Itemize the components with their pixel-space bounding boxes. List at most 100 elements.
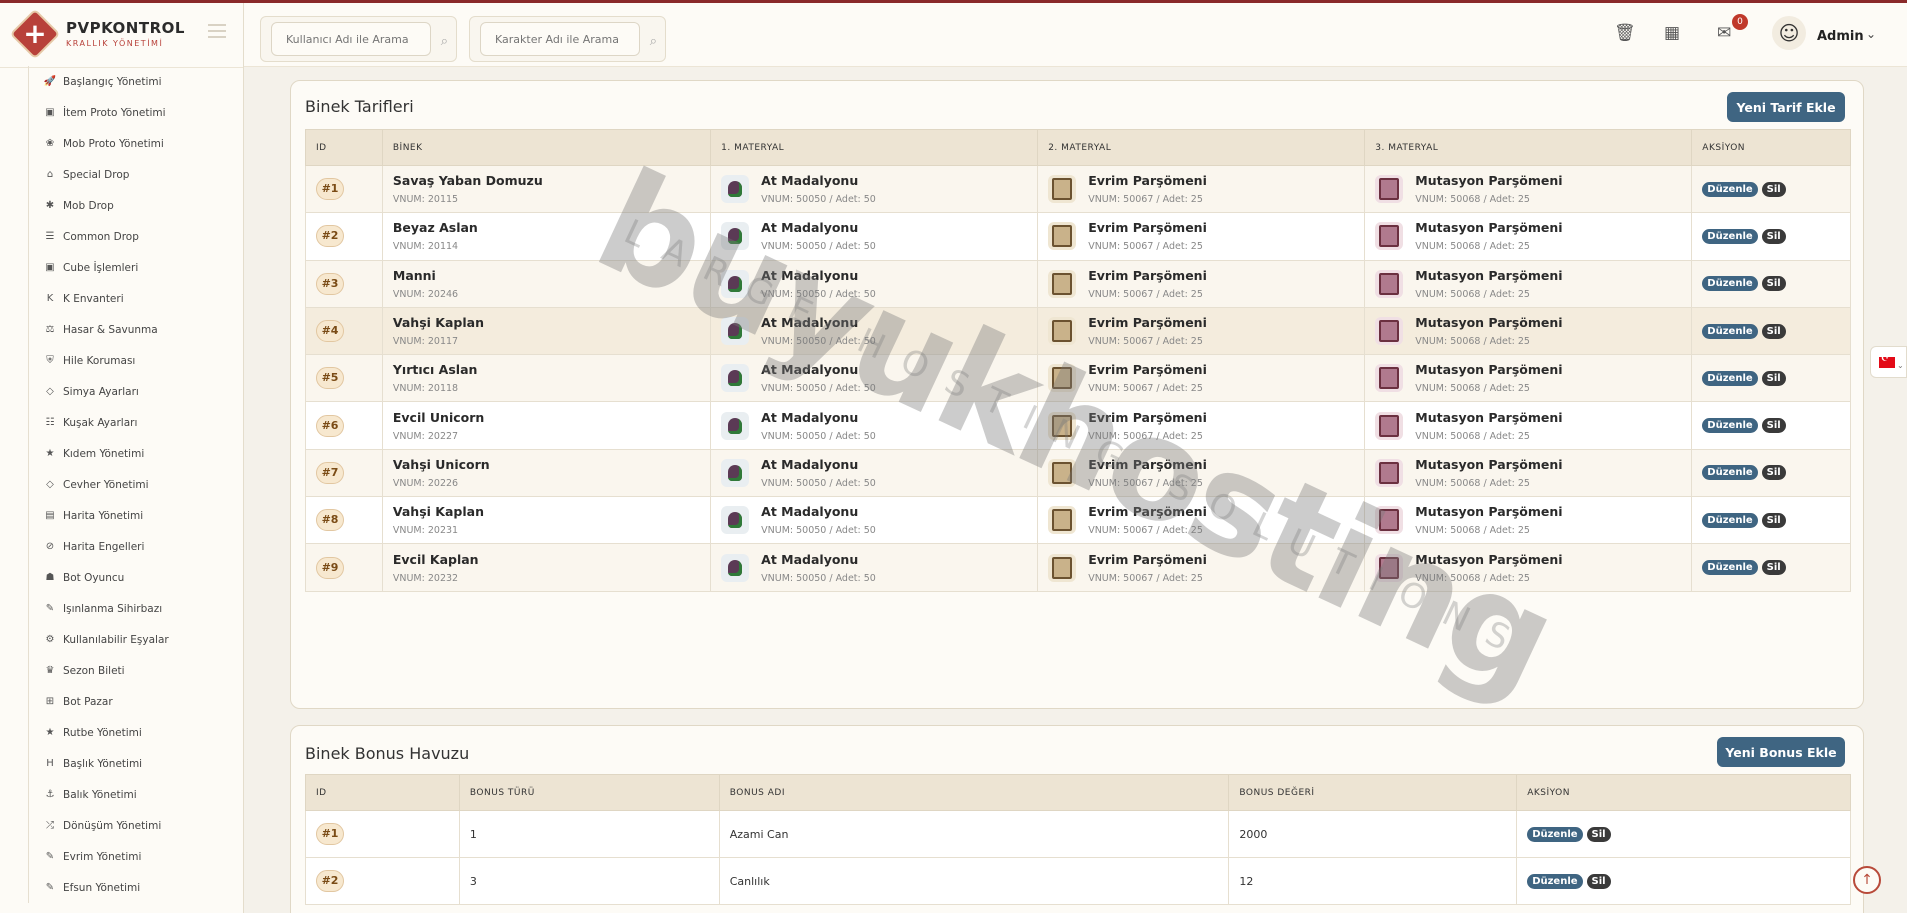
add-recipe-button[interactable]: Yeni Tarif Ekle [1727, 92, 1845, 122]
delete-button[interactable]: Sil [1761, 370, 1786, 386]
delete-button[interactable]: Sil [1761, 276, 1786, 292]
add-bonus-button[interactable]: Yeni Bonus Ekle [1717, 737, 1845, 767]
sidebar-item[interactable]: ⚙ Kullanılabilir Eşyalar [43, 624, 244, 655]
table-row: #1 Savaş Yaban Domuzu VNUM: 20115 At Madaly… [305, 164, 1851, 214]
star-icon: ★ [45, 727, 55, 738]
sidebar-item[interactable]: H Başlık Yönetimi [43, 748, 244, 779]
sidebar-item[interactable]: ⊘ Harita Engelleri [43, 531, 244, 562]
sidebar-item[interactable]: ▤ Harita Yönetimi [43, 500, 244, 531]
delete-button[interactable]: Sil [1761, 465, 1786, 481]
material-name: Evrim Parşömeni [1088, 456, 1207, 472]
sidebar-item[interactable]: ★ Kıdem Yönetimi [43, 438, 244, 469]
sidebar-item[interactable]: 🚀 Başlangıç Yönetimi [43, 66, 244, 97]
delete-button[interactable]: Sil [1761, 181, 1786, 197]
delete-button[interactable]: Sil [1586, 873, 1611, 889]
sidebar-item[interactable]: ◇ Simya Ayarları [43, 376, 244, 407]
sidebar-item[interactable]: ⤮ Dönüşüm Yönetimi [43, 810, 244, 841]
calendar-icon[interactable]: ▦ [1664, 23, 1680, 43]
delete-button[interactable]: Sil [1761, 560, 1786, 576]
sidebar-item[interactable]: ◇ Cevher Yönetimi [43, 469, 244, 500]
scroll-to-top-button[interactable]: ↑ [1853, 866, 1881, 894]
menu-toggle-icon[interactable] [208, 24, 226, 38]
delete-button[interactable]: Sil [1761, 228, 1786, 244]
search-icon[interactable]: ⌕ [441, 34, 448, 49]
sidebar-item[interactable]: ★ Rutbe Yönetimi [43, 717, 244, 748]
mount-name: Vahşi Kaplan [392, 315, 484, 331]
edit-button[interactable]: Düzenle [1702, 465, 1758, 481]
mutation-scroll-icon [1375, 317, 1404, 346]
column-header: 3. MATERYAL [1364, 129, 1693, 166]
edit-button[interactable]: Düzenle [1527, 873, 1583, 889]
character-search-input[interactable] [480, 22, 640, 56]
sidebar-item-label: Hasar & Savunma [63, 323, 158, 336]
mount-name: Savaş Yaban Domuzu [392, 173, 543, 189]
ban-icon: ⊘ [45, 541, 55, 552]
column-header: BİNEK [381, 129, 712, 166]
sidebar-item[interactable]: ✎ Evrim Yönetimi [43, 841, 244, 872]
edit-button[interactable]: Düzenle [1702, 418, 1758, 434]
material-name: Mutasyon Parşömeni [1415, 504, 1563, 520]
edit-button[interactable]: Düzenle [1702, 370, 1758, 386]
sidebar-item[interactable]: K K Envanteri [43, 283, 244, 314]
user-name[interactable]: Admin [1817, 29, 1864, 44]
notification-badge: 0 [1732, 14, 1748, 30]
delete-button[interactable]: Sil [1761, 512, 1786, 528]
scroll-icon [1048, 506, 1077, 535]
sidebar-item[interactable]: ⛨ Hile Koruması [43, 345, 244, 376]
bonus-pool-card: Binek Bonus Havuzu Yeni Bonus Ekle ID BON… [290, 725, 1864, 913]
main-content: Binek Tarifleri Yeni Tarif Ekle ID BİNEK 1… [244, 67, 1907, 913]
material-name: Evrim Parşömeni [1088, 220, 1207, 236]
mutation-scroll-icon [1375, 222, 1404, 251]
sidebar-item[interactable]: ☰ Common Drop [43, 221, 244, 252]
language-selector[interactable]: ⌄ [1870, 346, 1907, 378]
edit-button[interactable]: Düzenle [1702, 560, 1758, 576]
bonus-type: 1 [458, 810, 720, 858]
table-row: #2 3 Canlılık 12 Düzenle Sil [305, 857, 1851, 905]
material-name: At Madalyonu [761, 456, 859, 472]
sidebar-item[interactable]: ⚓ Balık Yönetimi [43, 779, 244, 810]
user-search-input[interactable] [271, 22, 431, 56]
id-badge: #3 [316, 272, 344, 295]
sidebar-item[interactable]: ⚖ Hasar & Savunma [43, 314, 244, 345]
edit-button[interactable]: Düzenle [1527, 826, 1583, 842]
sidebar-item[interactable]: ♛ Sezon Bileti [43, 655, 244, 686]
id-badge: #9 [316, 556, 344, 579]
sidebar-item[interactable]: ⌂ Special Drop [43, 159, 244, 190]
sidebar-item[interactable]: ✎ Işınlanma Sihirbazı [43, 593, 244, 624]
sidebar-item[interactable]: ⊞ Bot Pazar [43, 686, 244, 717]
mail-icon[interactable]: ✉ [1717, 23, 1731, 43]
mount-name: Evcil Unicorn [392, 409, 485, 425]
gem-icon: ◇ [46, 479, 54, 490]
user-search-box: ⌕ [260, 16, 457, 62]
sidebar-item[interactable]: ✱ Mob Drop [43, 190, 244, 221]
bug-icon: ✱ [45, 200, 55, 211]
avatar[interactable]: ☺ [1772, 16, 1806, 50]
edit-button[interactable]: Düzenle [1702, 228, 1758, 244]
cart-icon: ⊞ [45, 696, 55, 707]
sidebar-item-label: Harita Engelleri [63, 540, 145, 553]
sidebar-item[interactable]: ✎ Efsun Yönetimi [43, 872, 244, 903]
sidebar-item[interactable]: ☷ Kuşak Ayarları [43, 407, 244, 438]
edit-button[interactable]: Düzenle [1702, 512, 1758, 528]
card-title: Binek Bonus Havuzu [305, 744, 470, 763]
edit-button[interactable]: Düzenle [1702, 181, 1758, 197]
sidebar-item[interactable]: ▣ İtem Proto Yönetimi [43, 97, 244, 128]
delete-button[interactable]: Sil [1586, 826, 1611, 842]
trash-icon[interactable]: 🗑 [1614, 23, 1636, 43]
sidebar-item[interactable]: ☗ Bot Oyuncu [43, 562, 244, 593]
edit-button[interactable]: Düzenle [1702, 323, 1758, 339]
column-header: BONUS DEĞERİ [1228, 774, 1518, 811]
edit-button[interactable]: Düzenle [1702, 276, 1758, 292]
delete-button[interactable]: Sil [1761, 323, 1786, 339]
brand[interactable]: + PVPKONTROL KRALLIK YÖNETİMİ [0, 0, 243, 68]
horse-medal-icon [721, 458, 750, 487]
delete-button[interactable]: Sil [1761, 418, 1786, 434]
sidebar-item[interactable]: ❀ Mob Proto Yönetimi [43, 128, 244, 159]
column-header: ID [305, 129, 383, 166]
table-row: #8 Vahşi Kaplan VNUM: 20231 At Madalyonu VNU… [305, 496, 1851, 545]
search-icon[interactable]: ⌕ [650, 34, 657, 49]
rocket-icon: 🚀 [43, 76, 57, 87]
chevron-down-icon[interactable]: ⌄ [1866, 27, 1876, 41]
material-name: Mutasyon Parşömeni [1415, 173, 1563, 189]
sidebar-item[interactable]: ▣ Cube İşlemleri [43, 252, 244, 283]
